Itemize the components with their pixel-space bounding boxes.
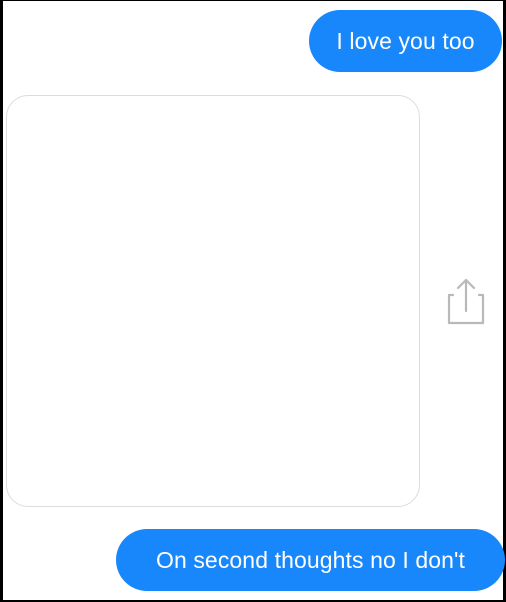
message-bubble-outgoing[interactable]: On second thoughts no I don't <box>116 529 505 591</box>
image-attachment[interactable] <box>6 95 420 507</box>
chat-screenshot: I love you too On second thoughts no I d… <box>0 0 506 602</box>
share-icon[interactable] <box>445 275 487 327</box>
message-text: I love you too <box>336 27 475 54</box>
message-text: On second thoughts no I don't <box>155 546 466 573</box>
message-bubble-outgoing[interactable]: I love you too <box>309 10 502 72</box>
